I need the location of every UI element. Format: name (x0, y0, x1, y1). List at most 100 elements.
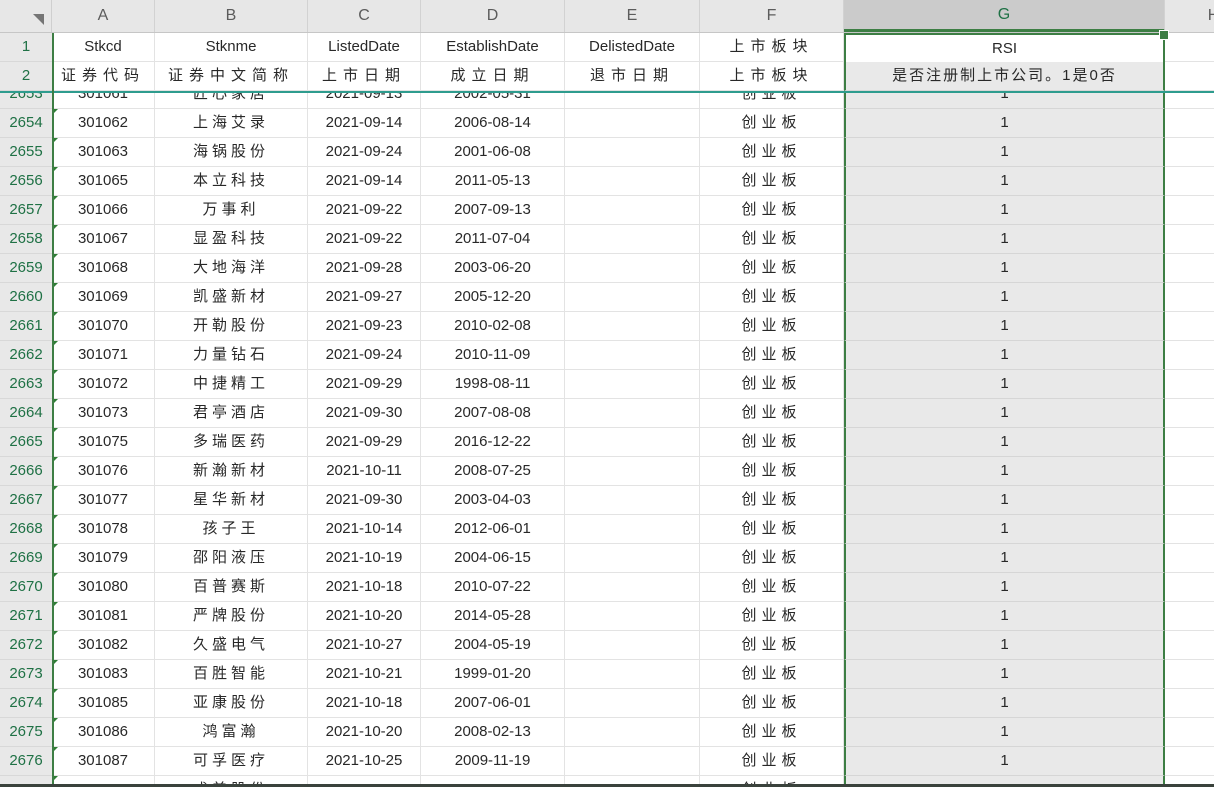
cell-D1[interactable]: EstablishDate (421, 33, 565, 62)
cell-E2664[interactable] (565, 399, 700, 428)
cell-F2660[interactable]: 创业板 (700, 283, 844, 312)
selection-fill-handle[interactable] (1159, 30, 1169, 40)
cell-H2672[interactable] (1165, 631, 1214, 660)
cell-G2668[interactable]: 1 (844, 515, 1165, 544)
cell-G2[interactable]: 是否注册制上市公司。1是0否 (844, 62, 1165, 91)
cell-G2662[interactable]: 1 (844, 341, 1165, 370)
cell-C2675[interactable]: 2021-10-20 (308, 718, 421, 747)
cell-G2653[interactable]: 1 (844, 93, 1165, 109)
cell-A2673[interactable]: 301083 (52, 660, 155, 689)
cell-C2671[interactable]: 2021-10-20 (308, 602, 421, 631)
cell-E1[interactable]: DelistedDate (565, 33, 700, 62)
cell-E2672[interactable] (565, 631, 700, 660)
row-header-1[interactable]: 1 (0, 33, 52, 62)
row-header-2671[interactable]: 2671 (0, 602, 52, 631)
row-header-2672[interactable]: 2672 (0, 631, 52, 660)
row-header-2667[interactable]: 2667 (0, 486, 52, 515)
cell-H2669[interactable] (1165, 544, 1214, 573)
cell-B2663[interactable]: 中捷精工 (155, 370, 308, 399)
cell-G2654[interactable]: 1 (844, 109, 1165, 138)
cell-F2670[interactable]: 创业板 (700, 573, 844, 602)
cell-C2655[interactable]: 2021-09-24 (308, 138, 421, 167)
cell-B2655[interactable]: 海锅股份 (155, 138, 308, 167)
cell-A2671[interactable]: 301081 (52, 602, 155, 631)
cell-D2676[interactable]: 2009-11-19 (421, 747, 565, 776)
cell-B1[interactable]: Stknme (155, 33, 308, 62)
cell-E2675[interactable] (565, 718, 700, 747)
row-header-2660[interactable]: 2660 (0, 283, 52, 312)
cell-F2655[interactable]: 创业板 (700, 138, 844, 167)
cell-G2666[interactable]: 1 (844, 457, 1165, 486)
cell-D2672[interactable]: 2004-05-19 (421, 631, 565, 660)
cell-A2670[interactable]: 301080 (52, 573, 155, 602)
row-header-2669[interactable]: 2669 (0, 544, 52, 573)
row-header-2663[interactable]: 2663 (0, 370, 52, 399)
cell-F2662[interactable]: 创业板 (700, 341, 844, 370)
cell-A2658[interactable]: 301067 (52, 225, 155, 254)
cell-G2669[interactable]: 1 (844, 544, 1165, 573)
row-header-2662[interactable]: 2662 (0, 341, 52, 370)
row-header-2673[interactable]: 2673 (0, 660, 52, 689)
cell-H2661[interactable] (1165, 312, 1214, 341)
cell-F2672[interactable]: 创业板 (700, 631, 844, 660)
cell-C2657[interactable]: 2021-09-22 (308, 196, 421, 225)
cell-B2665[interactable]: 多瑞医药 (155, 428, 308, 457)
row-header-2670[interactable]: 2670 (0, 573, 52, 602)
cell-G2667[interactable]: 1 (844, 486, 1165, 515)
cell-C2674[interactable]: 2021-10-18 (308, 689, 421, 718)
cell-F2656[interactable]: 创业板 (700, 167, 844, 196)
cell-D2653[interactable]: 2002-05-31 (421, 93, 565, 109)
cell-C2[interactable]: 上市日期 (308, 62, 421, 91)
column-header-g[interactable]: G (844, 0, 1165, 32)
cell-H2676[interactable] (1165, 747, 1214, 776)
cell-H2666[interactable] (1165, 457, 1214, 486)
cell-A2659[interactable]: 301068 (52, 254, 155, 283)
cell-G1[interactable]: RSI (844, 33, 1165, 62)
cell-E2656[interactable] (565, 167, 700, 196)
cell-E2662[interactable] (565, 341, 700, 370)
cell-F2653[interactable]: 创业板 (700, 93, 844, 109)
cell-G2658[interactable]: 1 (844, 225, 1165, 254)
cell-E2667[interactable] (565, 486, 700, 515)
cell-H2654[interactable] (1165, 109, 1214, 138)
row-header-2675[interactable]: 2675 (0, 718, 52, 747)
cell-G2670[interactable]: 1 (844, 573, 1165, 602)
cell-D2658[interactable]: 2011-07-04 (421, 225, 565, 254)
cell-C2676[interactable]: 2021-10-25 (308, 747, 421, 776)
cell-A2668[interactable]: 301078 (52, 515, 155, 544)
column-header-d[interactable]: D (421, 0, 565, 32)
cell-F2666[interactable]: 创业板 (700, 457, 844, 486)
cell-B2658[interactable]: 显盈科技 (155, 225, 308, 254)
cell-C2656[interactable]: 2021-09-14 (308, 167, 421, 196)
cell-D2655[interactable]: 2001-06-08 (421, 138, 565, 167)
row-header-2658[interactable]: 2658 (0, 225, 52, 254)
cell-E2655[interactable] (565, 138, 700, 167)
row-header-2656[interactable]: 2656 (0, 167, 52, 196)
cell-E2660[interactable] (565, 283, 700, 312)
cell-G2657[interactable]: 1 (844, 196, 1165, 225)
cell-E2670[interactable] (565, 573, 700, 602)
cell-C2653[interactable]: 2021-09-13 (308, 93, 421, 109)
cell-G2663[interactable]: 1 (844, 370, 1165, 399)
row-header-2659[interactable]: 2659 (0, 254, 52, 283)
cell-G2661[interactable]: 1 (844, 312, 1165, 341)
column-header-a[interactable]: A (52, 0, 155, 32)
cell-F2673[interactable]: 创业板 (700, 660, 844, 689)
cell-B2661[interactable]: 开勒股份 (155, 312, 308, 341)
cell-A2674[interactable]: 301085 (52, 689, 155, 718)
cell-F2667[interactable]: 创业板 (700, 486, 844, 515)
cell-D2675[interactable]: 2008-02-13 (421, 718, 565, 747)
row-header-2666[interactable]: 2666 (0, 457, 52, 486)
row-header-2661[interactable]: 2661 (0, 312, 52, 341)
cell-D2[interactable]: 成立日期 (421, 62, 565, 91)
cell-E2658[interactable] (565, 225, 700, 254)
cell-G2675[interactable]: 1 (844, 718, 1165, 747)
cell-A2669[interactable]: 301079 (52, 544, 155, 573)
select-all-corner[interactable] (0, 0, 52, 32)
cell-B2676[interactable]: 可孚医疗 (155, 747, 308, 776)
cell-A2672[interactable]: 301082 (52, 631, 155, 660)
cell-H2662[interactable] (1165, 341, 1214, 370)
cell-E2666[interactable] (565, 457, 700, 486)
cell-G2656[interactable]: 1 (844, 167, 1165, 196)
cell-H2658[interactable] (1165, 225, 1214, 254)
